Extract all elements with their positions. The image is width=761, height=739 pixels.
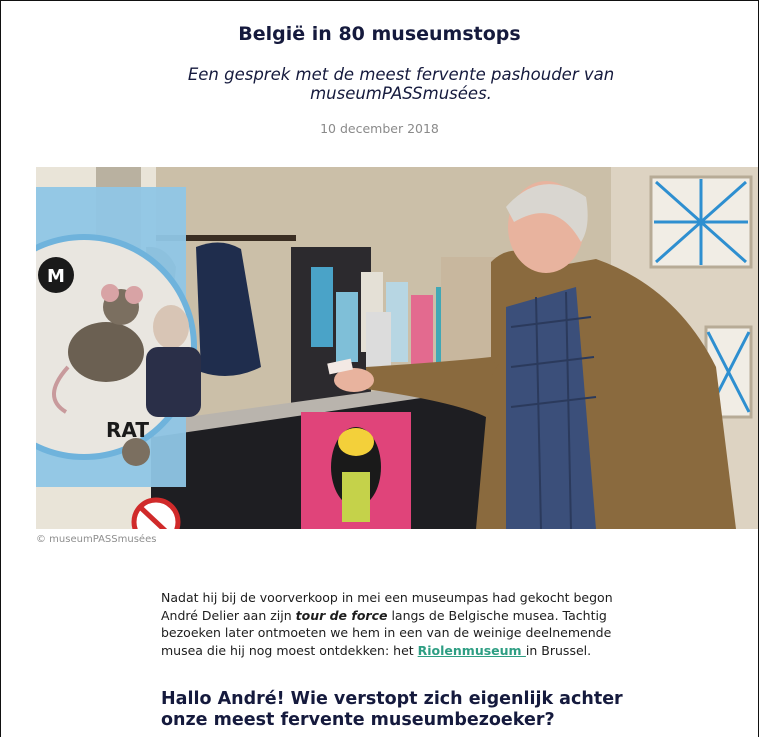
metro-letter: M: [47, 266, 65, 287]
photo-credit: © museumPASSmusées: [36, 534, 157, 545]
publication-date: 10 december 2018: [320, 121, 439, 136]
article-page: België in 80 museumstops Een gesprek met…: [0, 0, 759, 737]
intro-text-3: in Brussel.: [525, 642, 592, 658]
photo-illustration: M RAT: [36, 167, 758, 529]
door-window-star: [654, 179, 748, 265]
intro-emphasis: tour de force: [295, 607, 388, 623]
rat-sign-text: RAT: [106, 418, 149, 442]
question-heading: Hallo André! Wie verstopt zich eigenlijk…: [161, 689, 623, 730]
intro-paragraph: Nadat hij bij de voorverkoop in mei een …: [161, 589, 641, 659]
rat-body: [68, 322, 144, 382]
seated-person-head: [153, 305, 189, 349]
article-photo: M RAT: [36, 167, 758, 529]
riolenmuseum-link[interactable]: Riolenmuseum: [418, 643, 526, 658]
article-title: België in 80 museumstops: [238, 23, 521, 45]
seated-person-body: [146, 347, 201, 417]
article-subtitle: Een gesprek met de meest fervente pashou…: [187, 65, 615, 103]
